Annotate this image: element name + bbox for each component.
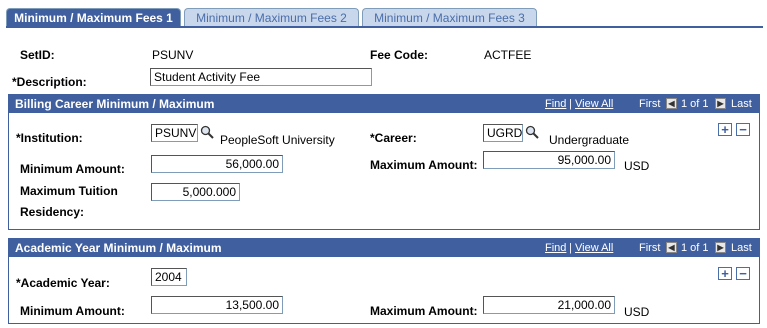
academic-first-label: First xyxy=(639,242,661,254)
billing-row-count: 1 of 1 xyxy=(681,98,709,110)
billing-min-amount-label: Minimum Amount: xyxy=(20,162,125,176)
billing-section-header: Billing Career Minimum / Maximum Find | … xyxy=(9,95,759,113)
career-input[interactable]: UGRD xyxy=(483,124,523,142)
institution-description: PeopleSoft University xyxy=(220,133,335,147)
description-input[interactable]: Student Activity Fee xyxy=(150,68,372,86)
academic-min-amount-label: Minimum Amount: xyxy=(20,304,125,318)
academic-max-amount-label: Maximum Amount: xyxy=(370,304,478,318)
billing-max-currency: USD xyxy=(624,159,650,173)
billing-add-row-button[interactable]: + xyxy=(718,123,732,136)
career-label: *Career: xyxy=(370,131,417,145)
institution-input[interactable]: PSUNV xyxy=(151,124,198,142)
billing-prev-icon[interactable]: ◀ xyxy=(666,98,677,109)
billing-next-icon[interactable]: ▶ xyxy=(715,98,726,109)
billing-first-label: First xyxy=(639,98,661,110)
billing-delete-row-button[interactable]: − xyxy=(736,123,750,136)
setid-label: SetID: xyxy=(20,48,55,62)
description-label: *Description: xyxy=(12,75,87,89)
academic-last-label: Last xyxy=(731,242,752,254)
academic-next-icon[interactable]: ▶ xyxy=(715,242,726,253)
max-tuition-input[interactable]: 5,000.000 xyxy=(151,183,240,201)
billing-max-amount-input[interactable]: 95,000.00 xyxy=(483,151,615,169)
institution-lookup-icon[interactable] xyxy=(200,125,214,139)
billing-view-all-link[interactable]: View All xyxy=(575,95,613,113)
fee-code-value: ACTFEE xyxy=(484,48,532,62)
academic-max-amount-input[interactable]: 21,000.00 xyxy=(483,296,615,314)
billing-section-title: Billing Career Minimum / Maximum xyxy=(15,97,215,111)
academic-year-input[interactable]: 2004 xyxy=(151,268,187,286)
academic-min-amount-input[interactable]: 13,500.00 xyxy=(151,296,283,314)
academic-view-all-link[interactable]: View All xyxy=(575,239,613,257)
academic-row-count: 1 of 1 xyxy=(681,242,709,254)
billing-max-amount-label: Maximum Amount: xyxy=(370,158,478,172)
academic-section-title: Academic Year Minimum / Maximum xyxy=(15,241,222,255)
institution-label: *Institution: xyxy=(16,131,83,145)
max-tuition-label: Maximum Tuition xyxy=(20,184,118,198)
tab-min-max-fees-3[interactable]: Minimum / Maximum Fees 3 xyxy=(362,8,537,26)
career-description: Undergraduate xyxy=(549,133,630,147)
academic-add-row-button[interactable]: + xyxy=(718,267,732,280)
tab-underline xyxy=(6,26,763,28)
academic-prev-icon[interactable]: ◀ xyxy=(666,242,677,253)
fee-code-label: Fee Code: xyxy=(370,48,429,62)
academic-nav-separator: | xyxy=(569,242,572,254)
tab-min-max-fees-2[interactable]: Minimum / Maximum Fees 2 xyxy=(184,8,359,26)
academic-find-link[interactable]: Find xyxy=(545,239,566,257)
academic-year-label: *Academic Year: xyxy=(16,276,110,290)
billing-min-amount-input[interactable]: 56,000.00 xyxy=(151,155,283,173)
tab-min-max-fees-1[interactable]: Minimum / Maximum Fees 1 xyxy=(6,8,181,27)
setid-value: PSUNV xyxy=(152,48,194,62)
billing-find-link[interactable]: Find xyxy=(545,95,566,113)
academic-max-currency: USD xyxy=(624,305,650,319)
billing-nav-separator: | xyxy=(569,98,572,110)
academic-section-header: Academic Year Minimum / Maximum Find | V… xyxy=(9,239,759,257)
billing-last-label: Last xyxy=(731,98,752,110)
residency-label: Residency: xyxy=(20,205,85,219)
academic-delete-row-button[interactable]: − xyxy=(736,267,750,280)
career-lookup-icon[interactable] xyxy=(525,125,539,139)
